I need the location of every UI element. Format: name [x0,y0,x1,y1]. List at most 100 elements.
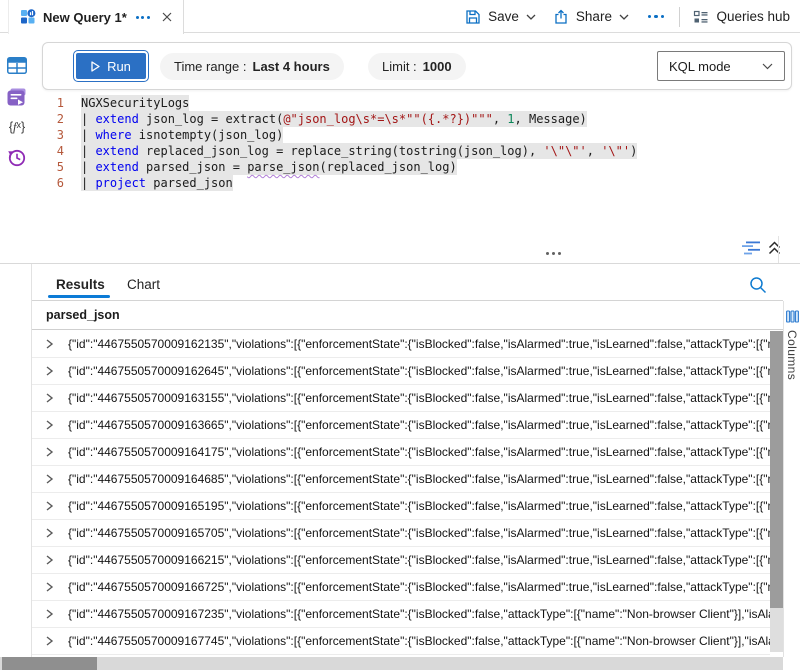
code-line: 5 | extend parsed_json = parse_json(repla… [0,159,772,175]
code-line: 4 | extend replaced_json_log = replace_st… [0,143,772,159]
pane-divider [0,263,800,264]
column-header-parsed-json[interactable]: parsed_json [32,301,783,330]
row-expand-icon[interactable] [45,366,54,376]
horizontal-scrollbar-thumb[interactable] [2,657,97,670]
tab-more-icon[interactable] [134,16,152,19]
columns-panel-tab[interactable]: Columns [783,301,800,657]
row-json-text: {"id":"4467550570009162645","violations"… [68,364,770,378]
chevron-down-icon [762,63,773,70]
row-expand-icon[interactable] [45,474,54,484]
adx-query-icon [20,9,36,25]
search-icon[interactable] [747,274,769,301]
share-label: Share [576,9,612,24]
query-editor[interactable]: 1 NGXSecurityLogs 2 | extend json_log = ext… [0,95,772,237]
code-text: | where isnotempty(json_log) [81,127,283,143]
results-row[interactable]: {"id":"4467550570009167235","violations"… [32,601,770,628]
queries-hub-label: Queries hub [716,9,790,24]
queries-hub-button[interactable]: Queries hub [689,9,794,25]
query-workspace: New Query 1* Save [0,0,800,671]
editor-edge-divider [778,236,779,263]
top-actions: Save Share [461,0,794,33]
pane-splitter-handle[interactable] [543,249,564,258]
vertical-scrollbar[interactable] [770,331,783,652]
results-row[interactable]: {"id":"4467550570009165195","violations"… [32,493,770,520]
columns-icon [786,310,799,323]
collapse-editor-icon[interactable] [768,241,781,255]
share-button[interactable]: Share [549,9,633,25]
kql-mode-select[interactable]: KQL mode [657,51,785,81]
code-text: | project parsed_json [81,175,233,191]
play-icon [91,61,100,72]
results-row[interactable]: {"id":"4467550570009164685","violations"… [32,466,770,493]
results-row[interactable]: {"id":"4467550570009165705","violations"… [32,520,770,547]
line-number: 4 [0,143,64,159]
row-json-text: {"id":"4467550570009165195","violations"… [68,499,770,513]
save-label: Save [488,9,519,24]
results-row[interactable]: {"id":"4467550570009163155","violations"… [32,385,770,412]
row-json-text: {"id":"4467550570009163155","violations"… [68,391,770,405]
tab-results[interactable]: Results [56,277,105,292]
row-expand-icon[interactable] [45,528,54,538]
columns-panel-label: Columns [785,330,799,380]
row-expand-icon[interactable] [45,420,54,430]
results-row[interactable]: {"id":"4467550570009162135","violations"… [32,331,770,358]
active-tab-underline [48,295,110,298]
results-row[interactable]: {"id":"4467550570009162645","violations"… [32,358,770,385]
row-json-text: {"id":"4467550570009167745","violations"… [68,634,770,648]
sidebar-tables-icon[interactable] [7,57,27,74]
code-line: 6 | project parsed_json [0,175,772,191]
row-json-text: {"id":"4467550570009162135","violations"… [68,337,770,351]
code-text: | extend json_log = extract(@"json_log\s… [81,111,587,127]
row-expand-icon[interactable] [45,636,54,646]
line-number: 3 [0,127,64,143]
row-json-text: {"id":"4467550570009165705","violations"… [68,526,770,540]
vertical-scrollbar-thumb[interactable] [770,331,783,608]
results-row[interactable]: {"id":"4467550570009167745","violations"… [32,628,770,655]
limit-label: Limit : [382,59,417,74]
row-expand-icon[interactable] [45,582,54,592]
run-button[interactable]: Run [74,51,148,81]
row-json-text: {"id":"4467550570009164685","violations"… [68,472,770,486]
results-row[interactable]: {"id":"4467550570009164175","violations"… [32,439,770,466]
results-row[interactable]: {"id":"4467550570009166215","violations"… [32,547,770,574]
code-text: NGXSecurityLogs [81,95,189,111]
query-tab[interactable]: New Query 1* [8,0,184,34]
filter-lines-icon[interactable] [742,241,763,255]
editor-actions [742,241,781,255]
time-range-pill[interactable]: Time range : Last 4 hours [160,53,344,80]
line-number: 6 [0,175,64,191]
tab-title: New Query 1* [43,10,127,25]
kql-mode-value: KQL mode [669,59,731,74]
share-icon [553,9,569,25]
results-row[interactable]: {"id":"4467550570009166725","violations"… [32,574,770,601]
row-expand-icon[interactable] [45,501,54,511]
column-header-label: parsed_json [46,308,120,322]
row-expand-icon[interactable] [45,339,54,349]
code-line: 3 | where isnotempty(json_log) [0,127,772,143]
results-row[interactable]: {"id":"4467550570009163665","violations"… [32,412,770,439]
more-commands-button[interactable] [642,15,671,19]
horizontal-scrollbar[interactable] [0,657,783,670]
code-text: | extend replaced_json_log = replace_str… [81,143,637,159]
row-json-text: {"id":"4467550570009166215","violations"… [68,553,770,567]
run-label: Run [107,59,131,74]
save-button[interactable]: Save [461,9,540,25]
row-expand-icon[interactable] [45,609,54,619]
row-json-text: {"id":"4467550570009164175","violations"… [68,445,770,459]
row-expand-icon[interactable] [45,393,54,403]
limit-value: 1000 [423,59,452,74]
tab-chart[interactable]: Chart [127,277,160,292]
row-json-text: {"id":"4467550570009167235","violations"… [68,607,770,621]
line-number: 5 [0,159,64,175]
row-expand-icon[interactable] [45,447,54,457]
tab-close-icon[interactable] [162,12,172,22]
time-range-value: Last 4 hours [253,59,330,74]
line-number: 1 [0,95,64,111]
code-text: | extend parsed_json = parse_json(replac… [81,159,457,175]
limit-pill[interactable]: Limit : 1000 [368,53,466,80]
chevron-down-icon [526,14,536,20]
line-number: 2 [0,111,64,127]
toolbar-divider [679,7,680,27]
queries-hub-icon [693,9,709,25]
row-expand-icon[interactable] [45,555,54,565]
